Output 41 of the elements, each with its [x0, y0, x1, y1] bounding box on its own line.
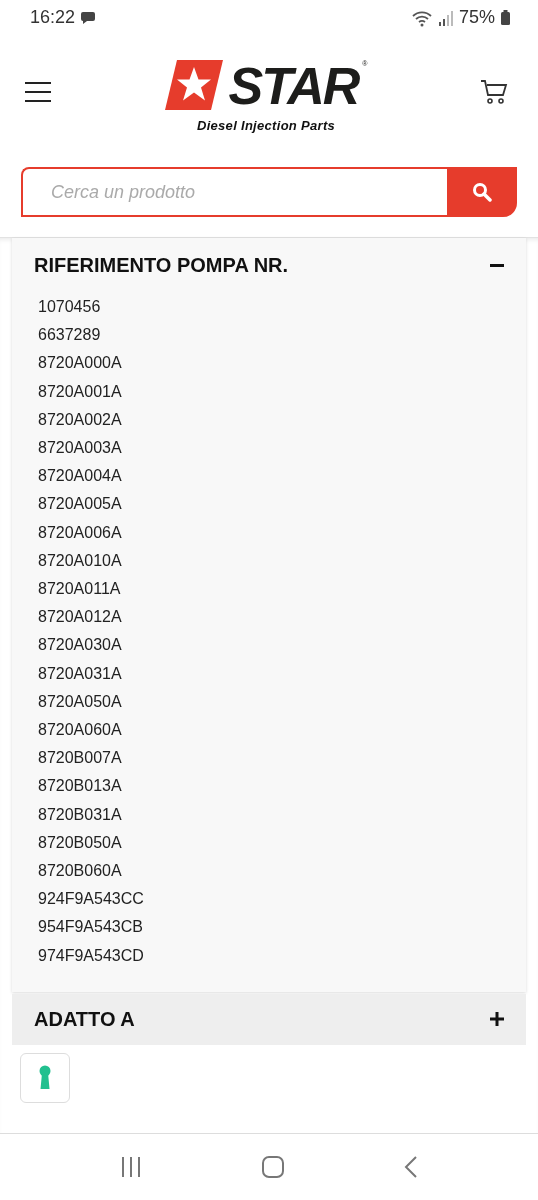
pump-reference: 8720A006A	[38, 522, 123, 543]
pump-reference: 6637289	[38, 325, 102, 346]
accessibility-button[interactable]	[20, 1052, 70, 1103]
section-title: RIFERIMENTO POMPA NR.	[34, 254, 289, 277]
pump-reference: 8720A000A	[38, 353, 123, 374]
pump-reference: 1070456	[38, 297, 102, 317]
search-button[interactable]	[447, 167, 517, 217]
pump-reference: 8720B007A	[38, 748, 123, 769]
pump-reference: 974F9A543CD	[38, 945, 145, 966]
keyhole-icon	[38, 1064, 52, 1091]
pump-reference: 8720A002A	[38, 409, 123, 430]
pump-reference: 8720A012A	[38, 607, 123, 628]
pump-reference: 8720A011A	[38, 579, 122, 600]
pump-reference: 8720A001A	[38, 381, 123, 402]
accordion-header[interactable]: RIFERIMENTO POMPA NR.	[12, 238, 526, 293]
signal-icon	[438, 9, 453, 26]
pump-reference: 8720B060A	[38, 861, 123, 882]
pump-reference: 954F9A543CB	[38, 917, 144, 938]
battery-icon	[501, 10, 510, 25]
pump-reference: 924F9A543CC	[38, 889, 145, 910]
pump-reference: 8720A004A	[38, 466, 123, 487]
pump-reference: 8720A050A	[38, 691, 123, 712]
pump-reference: 8720B031A	[38, 804, 123, 825]
pump-reference: 8720A060A	[38, 720, 123, 741]
chat-icon	[81, 10, 98, 25]
logo-tagline: Diesel Injection Parts	[196, 117, 336, 133]
pump-reference: 8720A010A	[38, 550, 123, 571]
pump-reference: 8720B050A	[38, 832, 123, 853]
star-logo-icon	[164, 59, 225, 110]
search-field[interactable]: Cerca un prodotto	[21, 167, 447, 217]
pump-reference: 8720A030A	[38, 635, 123, 656]
section-title: ADATTO A	[34, 1007, 135, 1031]
pump-reference: 8720A003A	[38, 438, 123, 458]
pump-reference: 8720A005A	[38, 494, 123, 515]
search-icon	[472, 182, 492, 202]
pump-reference: 8720A031A	[38, 663, 123, 684]
battery-percent: 75%	[458, 7, 495, 28]
status-time: 16:22	[30, 7, 76, 28]
logo-wordmark: STAR	[228, 59, 359, 112]
pump-reference: 8720B013A	[38, 776, 123, 797]
accordion-header[interactable]: ADATTO A	[12, 993, 526, 1045]
